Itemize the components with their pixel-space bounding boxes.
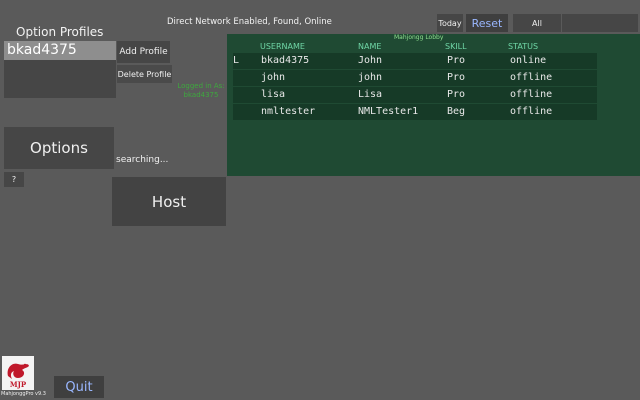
options-button[interactable]: Options — [4, 127, 114, 169]
row-skill: Pro — [447, 89, 466, 100]
logged-in-user: bkad4375 — [183, 91, 219, 99]
row-status: offline — [510, 106, 553, 117]
column-header-skill[interactable]: SKILL — [445, 42, 467, 51]
option-profiles-title: Option Profiles — [16, 25, 104, 39]
quit-button[interactable]: Quit — [54, 376, 104, 398]
host-button[interactable]: Host — [112, 177, 226, 226]
network-status-text: Direct Network Enabled, Found, Online — [167, 17, 332, 27]
reset-button[interactable]: Reset — [466, 14, 508, 32]
table-row[interactable]: lisa Lisa Pro offline — [233, 87, 597, 103]
row-name: Lisa — [358, 89, 383, 100]
searching-status: searching... — [116, 155, 169, 165]
row-username: lisa — [261, 89, 286, 100]
column-header-username[interactable]: USERNAME — [260, 42, 305, 51]
row-name: NMLTester1 — [358, 106, 419, 117]
logo-text: MJP — [10, 380, 27, 389]
table-row[interactable]: john john Pro offline — [233, 70, 597, 86]
profile-list-item-selected[interactable]: bkad4375 — [4, 41, 116, 60]
logged-in-caption: Logged in As: — [177, 82, 225, 90]
app-logo: MJP — [2, 356, 34, 390]
row-skill: Pro — [447, 72, 466, 83]
logged-in-label: Logged in As: bkad4375 — [172, 82, 230, 100]
row-status: offline — [510, 89, 553, 100]
row-username: john — [261, 72, 286, 83]
row-status: offline — [510, 72, 553, 83]
row-skill: Pro — [447, 55, 466, 66]
help-button[interactable]: ? — [4, 172, 24, 187]
row-username: bkad4375 — [261, 55, 310, 66]
row-username: nmltester — [261, 106, 316, 117]
add-profile-button[interactable]: Add Profile — [117, 41, 170, 63]
dragon-logo-icon: MJP — [7, 363, 30, 389]
today-button[interactable]: Today — [437, 14, 463, 32]
lobby-table: L bkad4375 John Pro online john john Pro… — [233, 53, 597, 121]
app-version-label: MahjonggPro v9.3 — [1, 391, 46, 397]
table-row[interactable]: L bkad4375 John Pro online — [233, 53, 597, 69]
delete-profile-button[interactable]: Delete Profile — [117, 65, 172, 83]
row-name: John — [358, 55, 383, 66]
column-header-name[interactable]: NAME — [358, 42, 381, 51]
all-button[interactable]: All — [513, 14, 561, 32]
row-status: online — [510, 55, 547, 66]
row-skill: Beg — [447, 106, 466, 117]
lobby-title: Mahjongg Lobby — [394, 34, 444, 41]
filter-field[interactable] — [562, 14, 638, 32]
table-row[interactable]: nmltester NMLTester1 Beg offline — [233, 104, 597, 120]
column-header-status[interactable]: STATUS — [508, 42, 538, 51]
row-marker: L — [233, 55, 240, 66]
row-name: john — [358, 72, 383, 83]
